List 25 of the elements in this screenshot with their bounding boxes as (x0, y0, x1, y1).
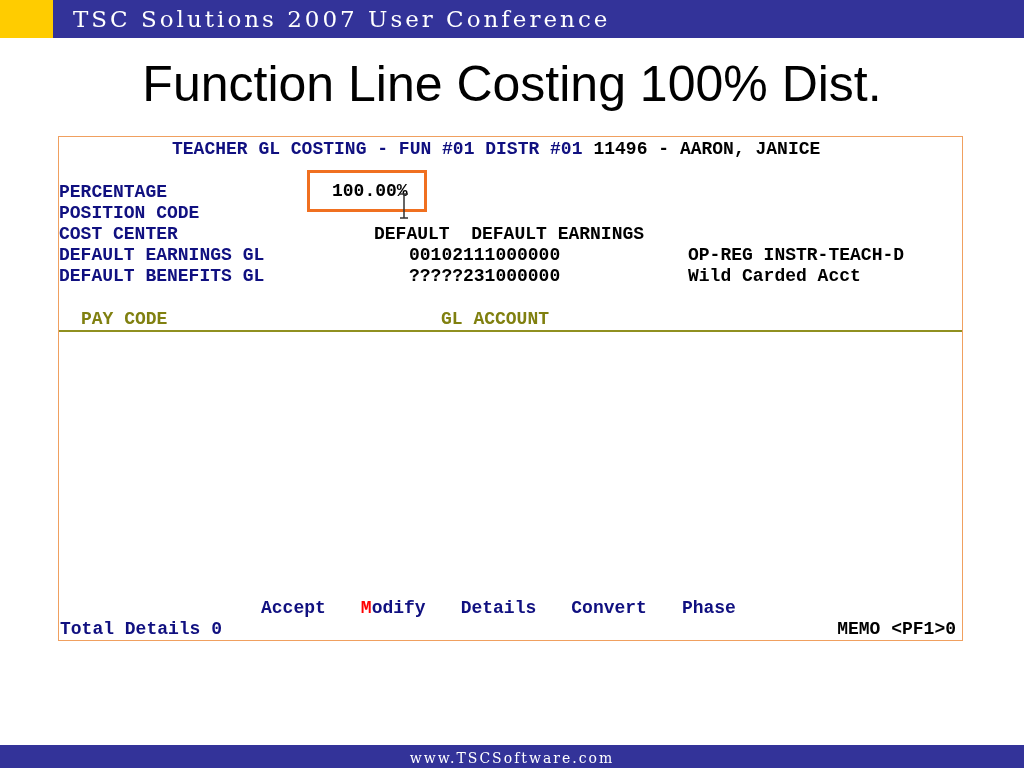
field-label: DEFAULT EARNINGS GL (59, 245, 266, 266)
account-description: OP-REG INSTR-TEACH-D (687, 245, 906, 266)
field-value: 00102111000000 (408, 245, 562, 266)
website-url: www.TSCSoftware.com (409, 750, 615, 766)
menu-option[interactable]: Details (460, 598, 537, 619)
column-header: PAY CODE (81, 309, 169, 330)
column-header: GL ACCOUNT (441, 309, 551, 330)
account-description: Wild Carded Acct (687, 266, 862, 287)
slide-title: Function Line Costing 100% Dist. (141, 55, 883, 114)
menu-option[interactable]: Convert (571, 598, 647, 619)
menu-option[interactable]: Accept (261, 598, 326, 619)
screen-heading: TEACHER GL COSTING - FUN #01 DISTR #01 (172, 139, 583, 160)
field-value: DEFAULT DEFAULT EARNINGS (373, 224, 646, 245)
memo-hint: MEMO <PF1>0 (837, 619, 956, 640)
accent-square (0, 0, 53, 38)
field-label: POSITION CODE (59, 203, 201, 224)
field-label: DEFAULT BENEFITS GL (59, 266, 266, 287)
conference-title: TSC Solutions 2007 User Conference (72, 5, 611, 34)
field-label: COST CENTER (59, 224, 179, 245)
field-value[interactable]: 100.00% (332, 180, 408, 202)
total-details: Total Details 0 (60, 619, 223, 640)
employee-name: 11496 - AARON, JANICE (593, 139, 821, 160)
menu-option[interactable]: Modify (360, 598, 426, 619)
menu-option[interactable]: Phase (681, 598, 736, 619)
field-value: ?????231000000 (408, 266, 562, 287)
